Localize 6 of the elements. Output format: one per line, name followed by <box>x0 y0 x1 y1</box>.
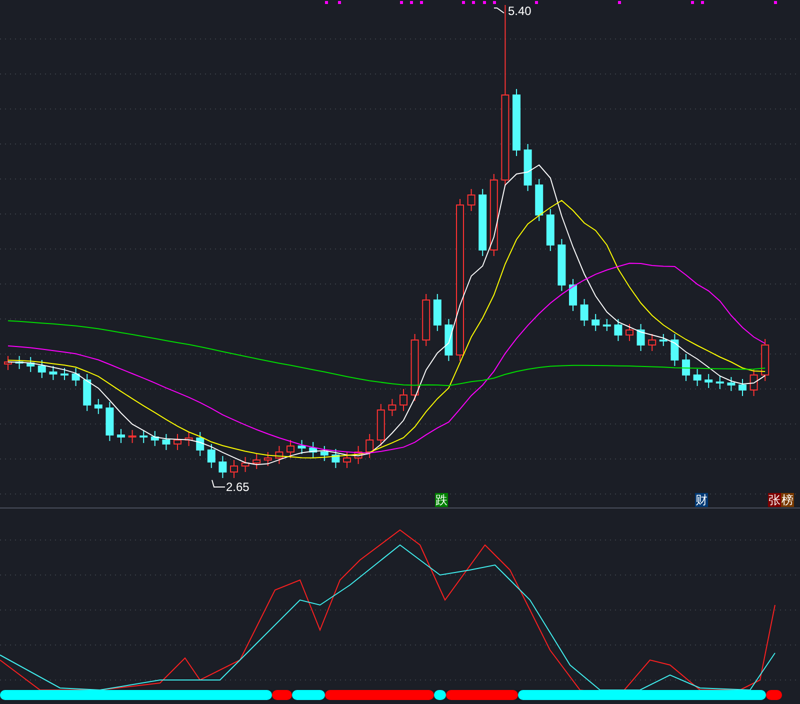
signal-marker: 榜 <box>781 493 794 507</box>
signal-marker: 跌 <box>435 493 448 507</box>
price-label: 2.65 <box>226 479 250 495</box>
price-label: 5.40 <box>508 3 532 19</box>
signal-marker: 财 <box>695 493 708 507</box>
signal-marker: 张 <box>768 493 781 507</box>
